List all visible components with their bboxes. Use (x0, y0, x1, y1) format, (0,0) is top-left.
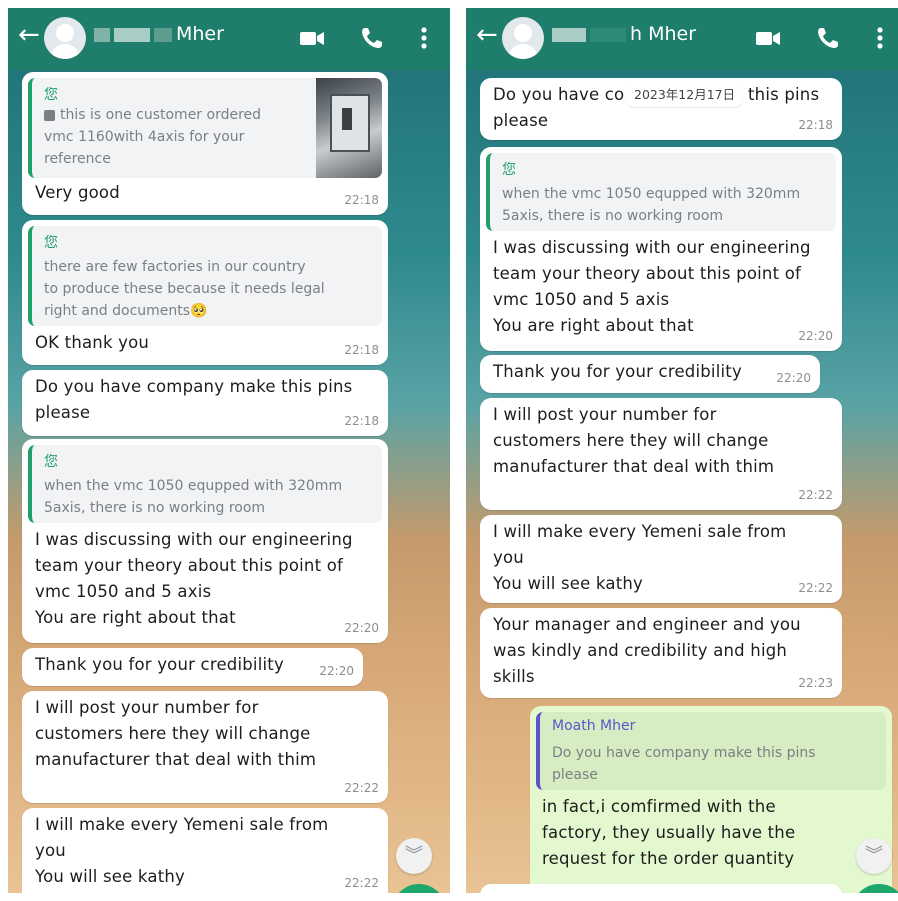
chat-header: ← Mher (8, 8, 450, 70)
contact-name-text: h Mher (630, 23, 697, 45)
message-text: Thank you for your credibility (35, 655, 284, 674)
message-text: this pins (748, 85, 820, 104)
quote-author: Moath Mher (552, 718, 636, 734)
message-text: Very good (35, 183, 120, 202)
message-time: 22:23 (798, 676, 833, 690)
quoted-message[interactable]: Moath Mher Do you have company make this… (536, 712, 886, 790)
message-text: Thank you for your credibility (493, 362, 742, 381)
message-bubble[interactable]: I will make every Yemeni sale from you Y… (480, 515, 842, 603)
message-text: I was discussing with our engineering te… (493, 238, 811, 335)
message-time: 22:18 (344, 343, 379, 357)
message-bubble[interactable]: 您 when the vmc 1050 equpped with 320mm 5… (480, 147, 842, 351)
redacted-block (154, 27, 172, 42)
message-bubble[interactable]: Thank you for your credibility 22:20 (22, 648, 363, 686)
message-time: 22:18 (344, 193, 379, 207)
contact-avatar[interactable] (502, 17, 544, 59)
redacted-block (94, 27, 110, 42)
contact-name[interactable]: Mher (94, 23, 224, 45)
contact-name-text: Mher (176, 23, 224, 45)
quote-author: 您 (44, 87, 58, 103)
message-text: I will make every Yemeni sale from you Y… (493, 522, 787, 593)
chat-screen-left: ← Mher 您 this is one customer ordered vm… (8, 8, 450, 893)
message-text: in fact,i comfirmed with the factory, th… (542, 797, 796, 868)
quoted-message[interactable]: 您 when the vmc 1050 equpped with 320mm 5… (28, 445, 382, 523)
quote-author: 您 (502, 162, 516, 178)
message-time: 22:18 (344, 414, 379, 428)
message-time: 22:18 (798, 118, 833, 132)
chat-header: ← h Mher (466, 8, 898, 70)
message-time: 22:20 (776, 371, 811, 385)
message-bubble[interactable]: Do you have company make this pins pleas… (22, 370, 388, 436)
redacted-block (552, 27, 586, 42)
quote-text: Do you have company make this pins pleas… (552, 745, 816, 783)
message-bubble[interactable]: Thank you for your credibility 22:20 (480, 355, 820, 393)
message-bubble[interactable]: 您 when the vmc 1050 equpped with 320mm 5… (22, 439, 388, 643)
contact-avatar[interactable] (44, 17, 86, 59)
attached-image-thumbnail[interactable] (316, 78, 382, 178)
message-text: OK thank you (35, 333, 150, 352)
redacted-block (114, 27, 150, 42)
quoted-message[interactable]: 您 there are few factories in our country… (28, 226, 382, 326)
quote-text: there are few factories in our country t… (44, 259, 325, 319)
outgoing-message-bubble[interactable]: Moath Mher Do you have company make this… (530, 706, 892, 893)
message-bubble[interactable]: I will post your number for customers he… (480, 398, 842, 510)
message-text: Your manager and engineer and you was ki… (493, 615, 801, 686)
video-call-icon[interactable] (754, 24, 782, 52)
message-time: 22:20 (798, 329, 833, 343)
more-options-icon[interactable] (410, 24, 438, 52)
message-text: I will make every Yemeni sale from you Y… (35, 815, 329, 886)
message-text: Do you have co (493, 85, 625, 104)
message-time: 22:22 (798, 488, 833, 502)
message-text: Do you have company make this pins pleas… (35, 377, 353, 422)
message-bubble[interactable]: 您 this is one customer ordered vmc 1160w… (22, 72, 388, 215)
quote-author: 您 (44, 235, 58, 251)
compose-button[interactable] (392, 884, 446, 893)
more-options-icon[interactable] (866, 24, 894, 52)
voice-call-icon[interactable] (358, 24, 386, 52)
scroll-down-icon[interactable]: ︾ (856, 838, 892, 874)
quote-text: when the vmc 1050 equpped with 320mm 5ax… (502, 186, 801, 224)
date-separator: 2023年12月17日 (626, 80, 744, 107)
message-text: please (493, 111, 549, 130)
video-call-icon[interactable] (298, 24, 326, 52)
message-text: I will post your number for customers he… (493, 405, 775, 476)
quoted-message[interactable]: 您 when the vmc 1050 equpped with 320mm 5… (486, 153, 836, 231)
scroll-down-icon[interactable]: ︾ (396, 838, 432, 874)
message-bubble[interactable]: 您 there are few factories in our country… (22, 220, 388, 365)
message-time: 22:22 (344, 876, 379, 890)
voice-call-icon[interactable] (814, 24, 842, 52)
quote-text: when the vmc 1050 equpped with 320mm 5ax… (44, 478, 343, 516)
message-bubble[interactable]: I will post your number for customers he… (22, 691, 388, 803)
message-time: 22:22 (344, 781, 379, 795)
message-time: 22:22 (798, 581, 833, 595)
message-time: 22:20 (344, 621, 379, 635)
chat-screen-right: ← h Mher 2023年12月17日 Do you have co this… (466, 8, 898, 893)
message-bubble[interactable] (480, 884, 842, 893)
message-bubble[interactable]: I will make every Yemeni sale from you Y… (22, 808, 388, 893)
redacted-block (590, 27, 626, 42)
quoted-message[interactable]: 您 this is one customer ordered vmc 1160w… (28, 78, 382, 178)
message-bubble[interactable]: Your manager and engineer and you was ki… (480, 608, 842, 698)
message-text: I will post your number for customers he… (35, 698, 317, 769)
quote-author: 您 (44, 454, 58, 470)
quote-text: this is one customer ordered vmc 1160wit… (44, 107, 262, 167)
message-time: 22:20 (319, 664, 354, 678)
back-arrow-icon[interactable]: ← (18, 20, 40, 50)
back-arrow-icon[interactable]: ← (476, 20, 498, 50)
contact-name[interactable]: h Mher (552, 23, 696, 45)
message-text: I was discussing with our engineering te… (35, 530, 353, 627)
